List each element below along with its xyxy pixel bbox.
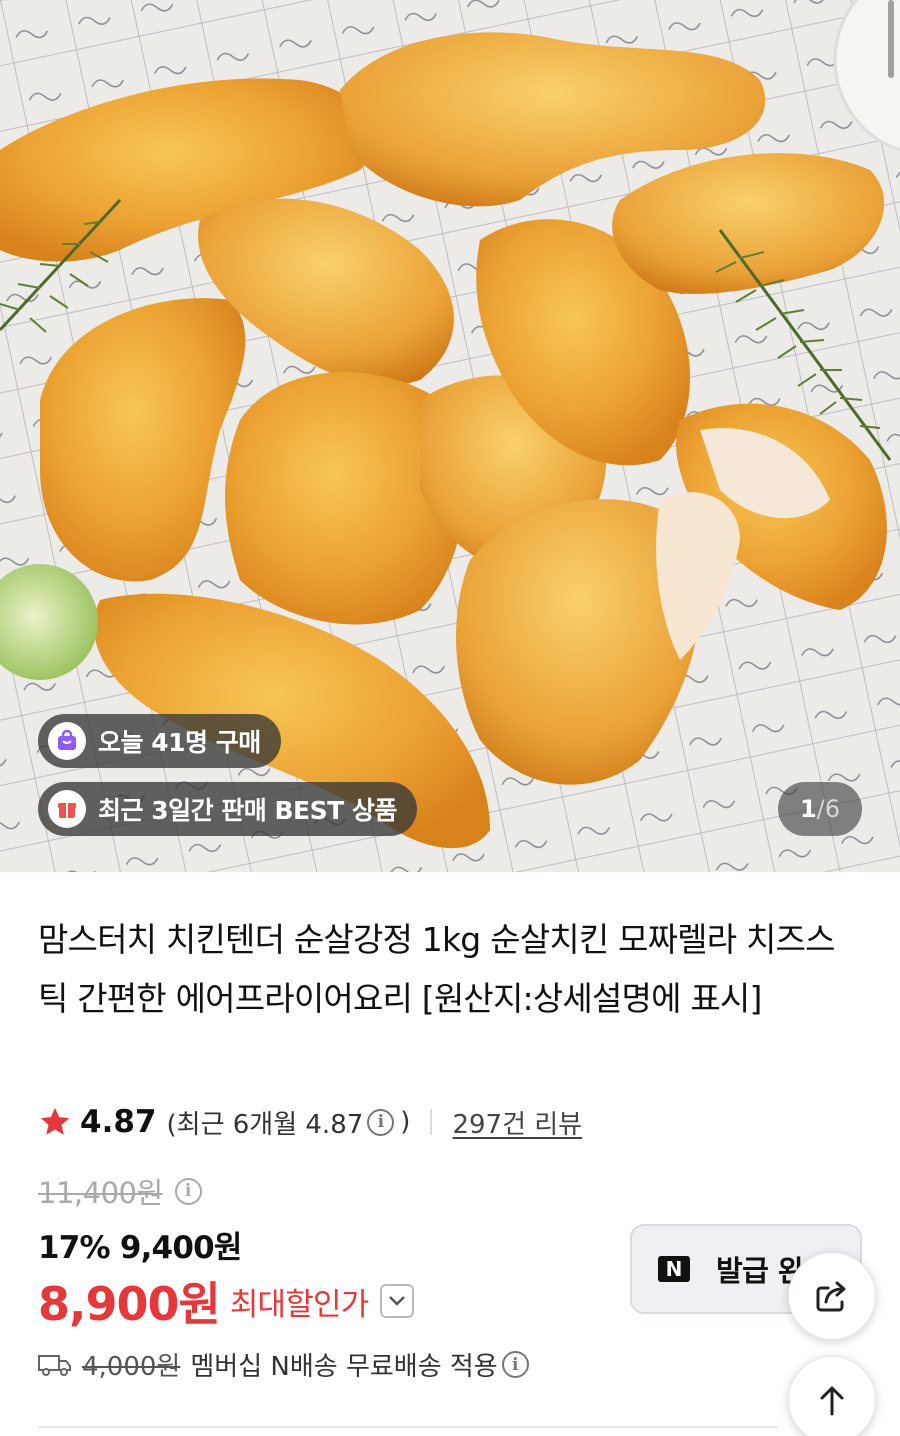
image-page-counter: 1/6 — [778, 782, 862, 836]
page-separator: / — [816, 795, 825, 823]
original-price-row: 11,400원 i — [38, 1170, 208, 1212]
scrollbar[interactable] — [888, 0, 894, 78]
share-icon — [816, 1281, 846, 1312]
shipping-text: 멤버십 N배송 무료배송 적용 — [190, 1352, 498, 1382]
bag-icon — [48, 722, 86, 760]
max-discount-row: 8,900원 최대할인가 — [38, 1268, 415, 1334]
info-icon[interactable]: i — [501, 1351, 529, 1378]
chevron-down-icon[interactable] — [380, 1284, 415, 1318]
discount-percent: 17% — [38, 1230, 111, 1266]
sale-price-row: 17% 9,400원 — [38, 1222, 242, 1267]
shipping-fee: 4,000원 — [82, 1352, 181, 1382]
truck-icon — [38, 1354, 71, 1376]
rating-row: 4.87 (최근 6개월 4.87 i ) 297건 리뷰 — [38, 1100, 582, 1144]
recent-rating-close: ) — [400, 1107, 411, 1137]
original-price: 11,400원 — [38, 1176, 163, 1210]
review-count-link[interactable]: 297건 리뷰 — [452, 1104, 582, 1141]
product-image-gallery[interactable]: 오늘 41명 구매 최근 3일간 판매 BEST 상품 1/6 — [0, 0, 900, 872]
divider — [430, 1109, 433, 1135]
max-discount-label: 최대할인가 — [229, 1286, 369, 1323]
page-total: 6 — [824, 795, 841, 823]
page-current: 1 — [799, 795, 817, 823]
star-icon — [40, 1107, 70, 1135]
arrow-up-icon — [820, 1386, 844, 1416]
product-title: 맘스터치 치킨텐더 순살강정 1kg 순살치킨 모짜렐라 치즈스틱 간편한 에어… — [38, 920, 835, 1018]
share-button[interactable] — [788, 1252, 876, 1340]
rating-score: 4.87 — [80, 1104, 157, 1140]
shipping-row: 4,000원 멤버십 N배송 무료배송 적용 i — [38, 1346, 535, 1383]
info-icon[interactable]: i — [367, 1108, 395, 1136]
today-purchase-text: 오늘 41명 구매 — [98, 728, 261, 757]
best-seller-badge: 최근 3일간 판매 BEST 상품 — [38, 782, 417, 836]
info-icon[interactable]: i — [174, 1177, 202, 1205]
recent-rating: (최근 6개월 4.87 — [166, 1109, 364, 1140]
max-discount-price: 8,900원 — [38, 1277, 221, 1331]
sale-price: 9,400원 — [119, 1230, 243, 1266]
scroll-to-top-button[interactable] — [788, 1356, 876, 1436]
divider — [38, 1426, 778, 1428]
gift-icon — [48, 790, 86, 828]
naver-n-icon: N — [658, 1256, 690, 1282]
today-purchase-badge: 오늘 41명 구매 — [38, 714, 281, 768]
best-seller-text: 최근 3일간 판매 BEST 상품 — [98, 796, 397, 825]
